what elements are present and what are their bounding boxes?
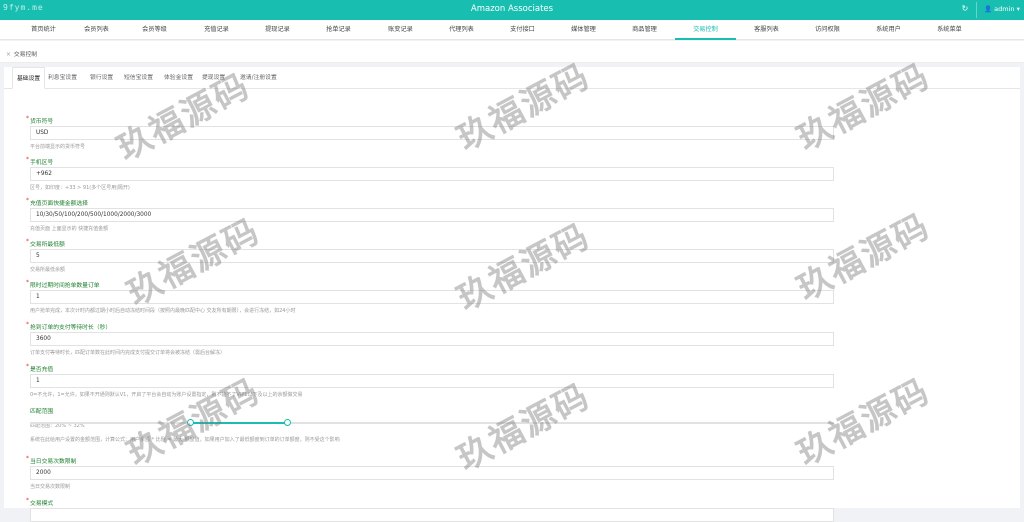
slider-fill bbox=[191, 422, 288, 424]
field-label: * 充值页面快捷金额选择 bbox=[26, 197, 88, 207]
required-mark: * bbox=[26, 156, 29, 163]
required-mark: * bbox=[26, 321, 29, 328]
field-label-text: 匹配范围 bbox=[30, 409, 54, 415]
field-label-text: 是否充值 bbox=[30, 367, 54, 373]
field-input[interactable] bbox=[30, 508, 834, 522]
nav-item[interactable]: 会员等级 bbox=[124, 20, 185, 40]
settings-tab[interactable]: 邀请/注册设置 bbox=[240, 67, 277, 89]
field-hint: 平台前端显示的货币符号 bbox=[30, 144, 86, 150]
field-label-text: 货币符号 bbox=[30, 119, 54, 125]
nav-item[interactable]: 会员列表 bbox=[66, 20, 127, 40]
slider-max-handle[interactable] bbox=[284, 419, 291, 426]
field-input[interactable]: 1 bbox=[30, 290, 834, 304]
field-label-text: 限时过期时间抢单数量订单 bbox=[30, 283, 100, 289]
field-label-text: 交易所最低额 bbox=[30, 242, 65, 248]
nav-item[interactable]: 客服列表 bbox=[736, 20, 797, 40]
field-label: * 当日交易次数限制 bbox=[26, 455, 77, 465]
required-mark: * bbox=[26, 238, 29, 245]
user-menu[interactable]: 👤 admin ▾ bbox=[984, 5, 1020, 13]
nav-item[interactable]: 访问权限 bbox=[797, 20, 858, 40]
settings-tab[interactable]: 银行设置 bbox=[90, 67, 113, 89]
field-label-text: 抢到订单的支付等待时长（秒） bbox=[30, 325, 112, 331]
field-hint: 订单支付等待时长，匹配订单数在此时间内完成支付提交订单将会被冻结（需后台解冻） bbox=[30, 350, 226, 356]
required-mark: * bbox=[26, 497, 29, 504]
nav-item[interactable]: 商品管理 bbox=[614, 20, 675, 40]
match-range-slider[interactable] bbox=[30, 418, 834, 428]
field-hint: 区号，如印度：+33 > 91(多个区号用|隔开) bbox=[30, 185, 130, 191]
match-range-note: 系统在此给用户设置的金额范围，计算公式：用户余额 * 比例 = 最大 额度值，如… bbox=[30, 437, 340, 443]
nav-item[interactable]: 提现记录 bbox=[247, 20, 308, 40]
refresh-icon[interactable]: ↻ bbox=[958, 4, 972, 16]
settings-tabs: 基础设置 利息宝设置 银行设置 短信宝设置 体验金设置 提现设置 邀请/注册设置 bbox=[4, 67, 1020, 89]
field-input[interactable]: 10/30/50/100/200/500/1000/2000/3000 bbox=[30, 208, 834, 222]
field-label-text: 手机区号 bbox=[30, 160, 54, 166]
settings-tab[interactable]: 利息宝设置 bbox=[48, 67, 77, 89]
page-tag[interactable]: × 交易控制 bbox=[6, 49, 37, 58]
field-hint: 0=不允许，1=允许，如果不开通则默认V1，开启了平台会自动为账户设置指定，则不… bbox=[30, 392, 303, 398]
nav-item[interactable]: 账变记录 bbox=[370, 20, 431, 40]
field-input[interactable]: 5 bbox=[30, 249, 834, 263]
nav-item[interactable]: 系统菜单 bbox=[919, 20, 980, 40]
settings-tab[interactable]: 基础设置 bbox=[12, 67, 46, 89]
field-label-text: 当日交易次数限制 bbox=[30, 459, 77, 465]
breadcrumb-bar: × 交易控制 bbox=[0, 41, 1024, 63]
nav-item[interactable]: 系统用户 bbox=[858, 20, 919, 40]
required-mark: * bbox=[26, 279, 29, 286]
nav-item[interactable]: 媒体管理 bbox=[553, 20, 614, 40]
required-mark: * bbox=[26, 115, 29, 122]
page-tag-label: 交易控制 bbox=[13, 52, 38, 58]
field-input[interactable]: 1 bbox=[30, 374, 834, 388]
field-hint: 充值页面 上面显示的 快捷充值金额 bbox=[30, 226, 109, 232]
field-hint: 用户抢单完成，本次计时内都过期小时后自动冻结时间段（按照内最晚匹配中心 交友所有… bbox=[30, 308, 296, 314]
field-label: * 是否充值 bbox=[26, 363, 54, 373]
field-label: 匹配范围 bbox=[30, 406, 53, 415]
field-hint: 交易所最低余额 bbox=[30, 267, 66, 273]
nav-item[interactable]: 支付接口 bbox=[492, 20, 553, 40]
field-input[interactable]: 3600 bbox=[30, 332, 834, 346]
slider-track bbox=[30, 422, 834, 424]
nav-item[interactable]: 充值记录 bbox=[186, 20, 247, 40]
field-label-text: 充值页面快捷金额选择 bbox=[30, 201, 88, 207]
settings-tab[interactable]: 提现设置 bbox=[202, 67, 225, 89]
main-nav: 首页统计 会员列表 会员等级 充值记录 提现记录 抢单记录 账变记录 代理列表 支付接口 媒体管理… bbox=[0, 20, 1024, 40]
settings-tab[interactable]: 体验金设置 bbox=[164, 67, 193, 89]
app-title: Amazon Associates bbox=[470, 4, 554, 14]
nav-item[interactable]: 首页统计 bbox=[13, 20, 74, 40]
field-label: * 交易模式 bbox=[26, 497, 54, 507]
field-label: * 货币符号 bbox=[26, 115, 54, 125]
field-hint: 当日交易次数限制 bbox=[30, 484, 71, 490]
nav-item[interactable]: 代理列表 bbox=[431, 20, 492, 40]
required-mark: * bbox=[26, 455, 29, 462]
field-label: * 交易所最低额 bbox=[26, 238, 65, 248]
top-bar: 9fym.me Amazon Associates ↻ 👤 admin ▾ bbox=[0, 0, 1024, 20]
slider-min-handle[interactable] bbox=[187, 419, 194, 426]
nav-item[interactable]: 抢单记录 bbox=[308, 20, 369, 40]
field-label: * 抢到订单的支付等待时长（秒） bbox=[26, 321, 112, 331]
divider bbox=[976, 2, 977, 18]
field-label-text: 交易模式 bbox=[30, 501, 54, 507]
field-label: * 手机区号 bbox=[26, 156, 54, 166]
settings-tab[interactable]: 短信宝设置 bbox=[124, 67, 153, 89]
field-label: * 限时过期时间抢单数量订单 bbox=[26, 279, 100, 289]
close-icon[interactable]: × bbox=[6, 52, 11, 58]
required-mark: * bbox=[26, 197, 29, 204]
field-input[interactable]: 2000 bbox=[30, 466, 834, 480]
required-mark: * bbox=[26, 363, 29, 370]
field-input[interactable]: +962 bbox=[30, 167, 834, 181]
nav-item[interactable]: 交易控制 bbox=[675, 20, 736, 40]
field-input[interactable]: USD bbox=[30, 126, 834, 140]
settings-panel: 基础设置 利息宝设置 银行设置 短信宝设置 体验金设置 提现设置 邀请/注册设置 * 货币符号… bbox=[4, 67, 1020, 522]
